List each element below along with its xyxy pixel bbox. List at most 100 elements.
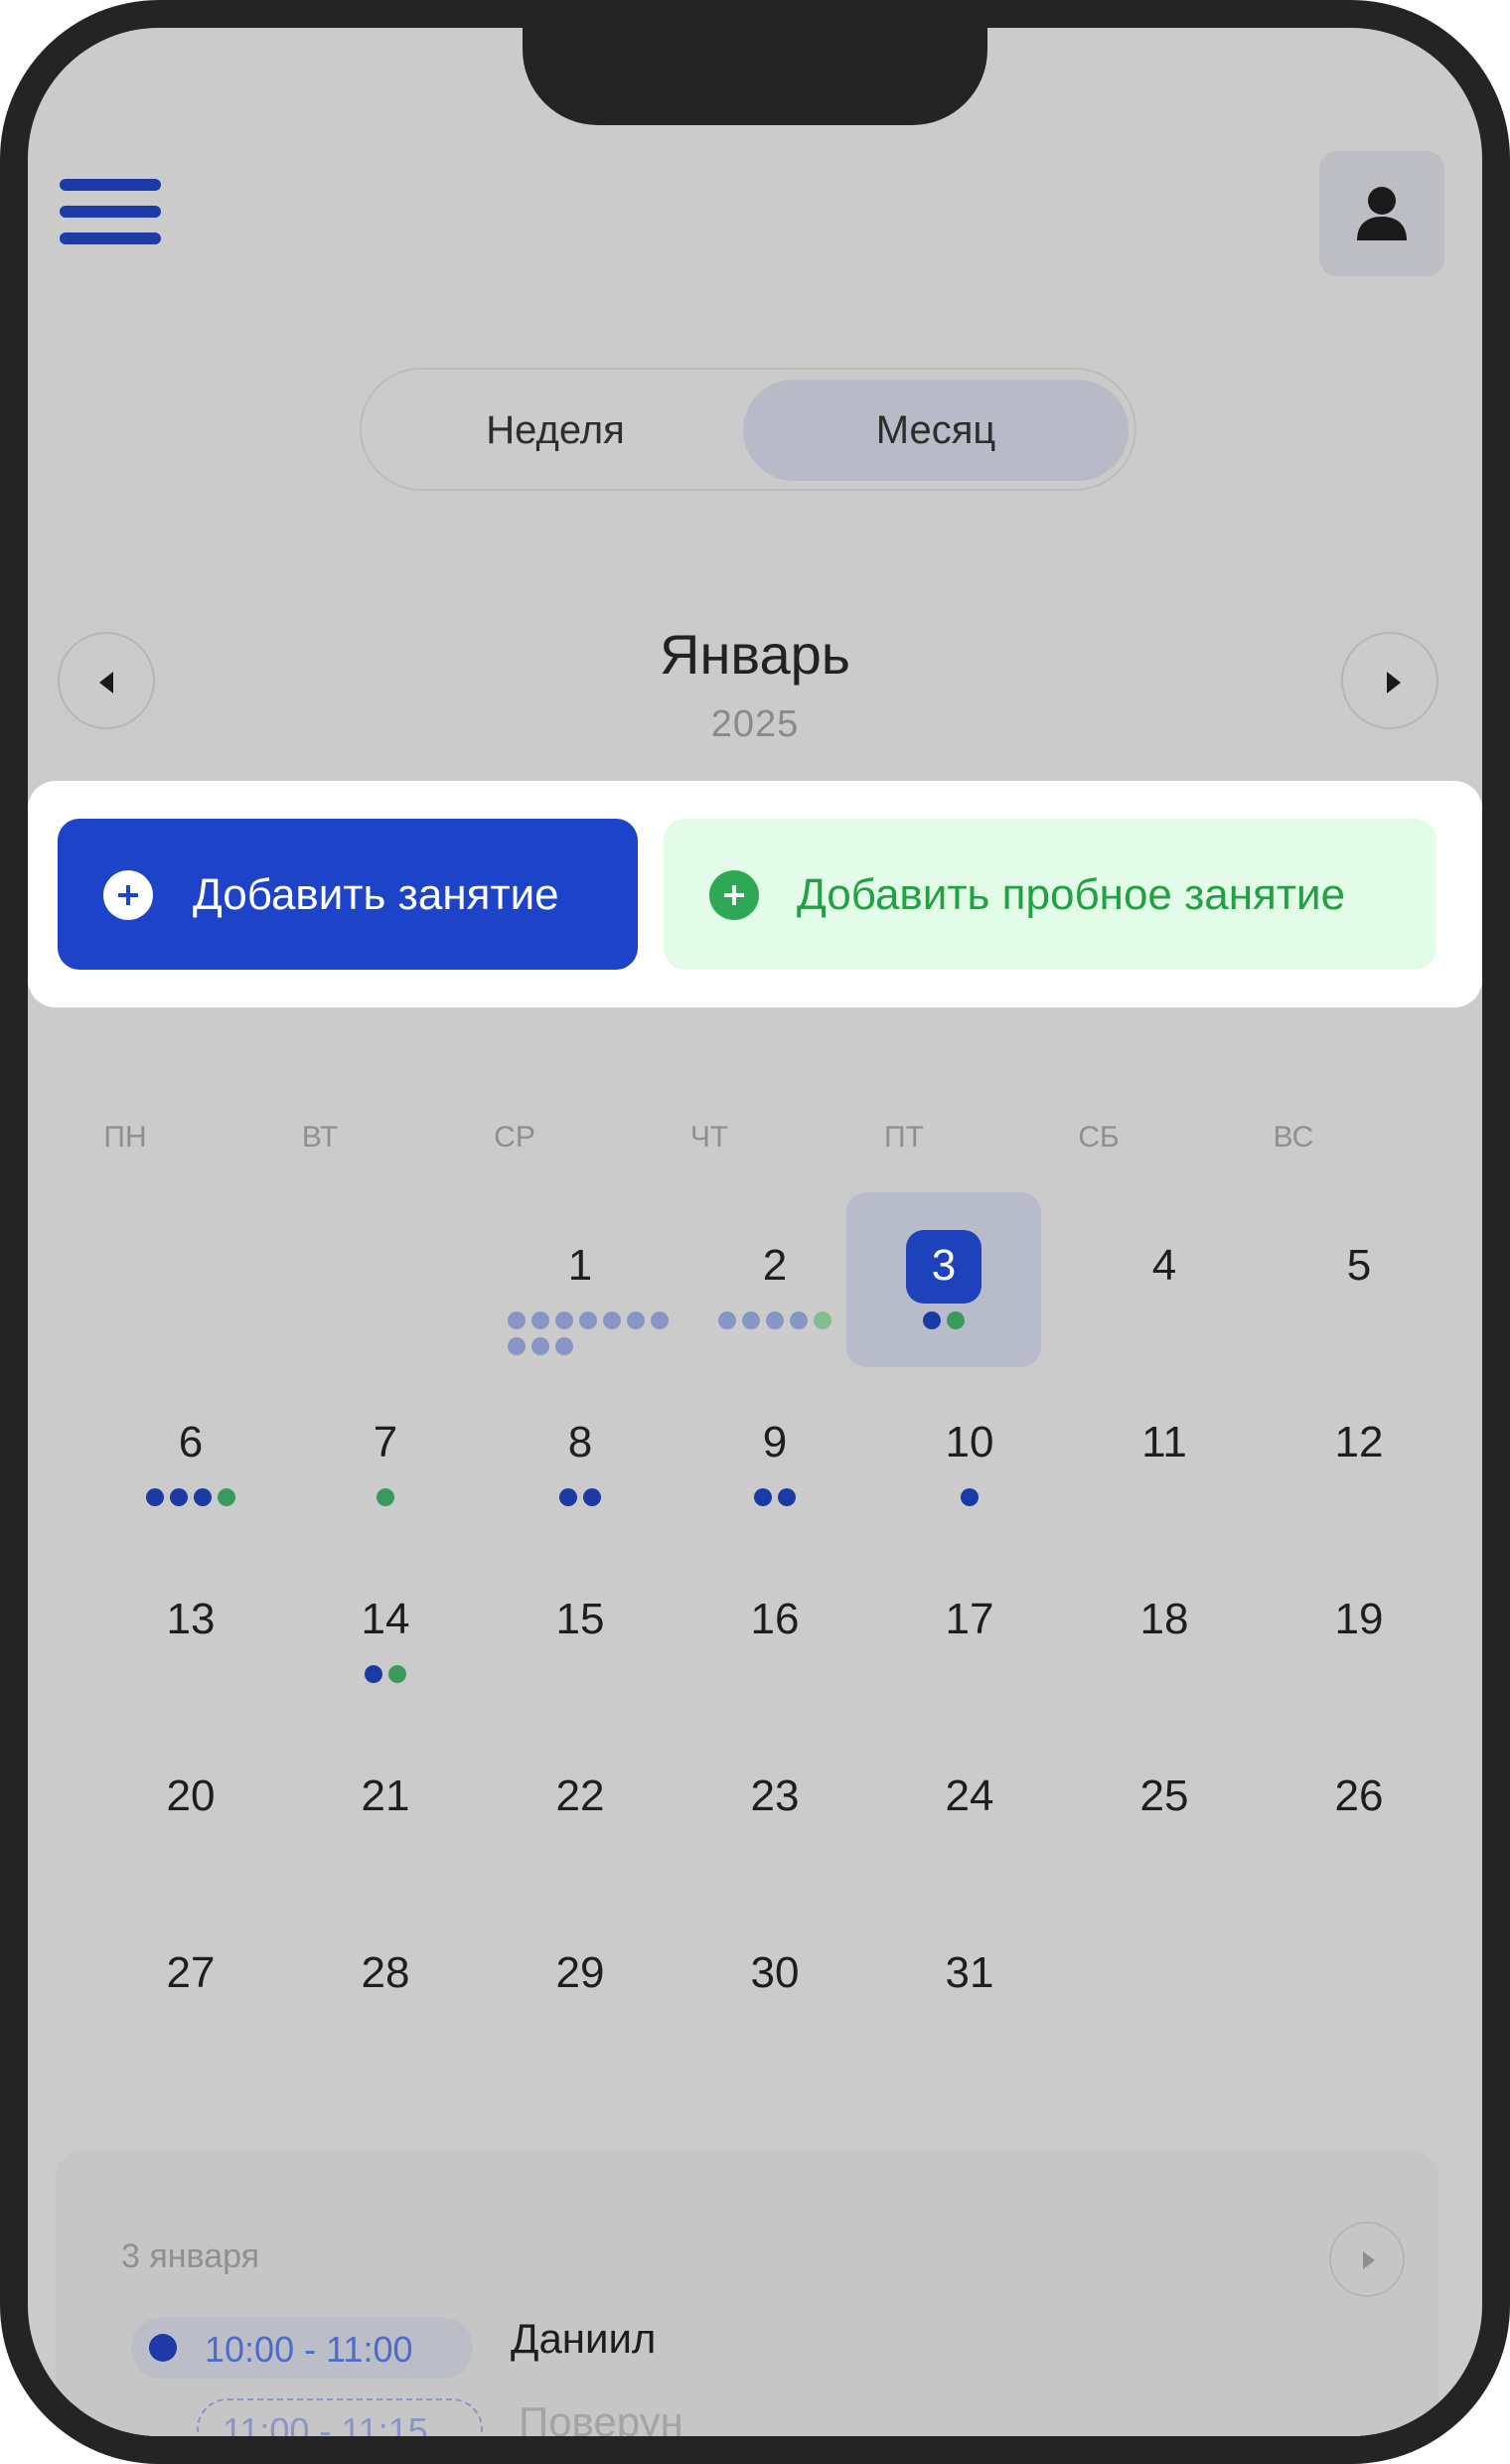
calendar-day-selected[interactable]: 3 [846, 1192, 1041, 1367]
calendar-day[interactable]: 29 [483, 1900, 678, 2075]
day-number: 10 [945, 1418, 994, 1466]
add-lesson-button[interactable]: Добавить занятие [58, 819, 638, 970]
calendar-day[interactable]: 8 [483, 1369, 678, 1544]
add-trial-lesson-button[interactable]: Добавить пробное занятие [664, 819, 1436, 970]
prev-month-button[interactable] [58, 632, 155, 729]
user-icon [1357, 187, 1407, 240]
calendar-day[interactable]: 7 [288, 1369, 483, 1544]
day-number: 7 [373, 1418, 398, 1466]
calendar-day[interactable]: 2 [678, 1192, 872, 1367]
calendar-day[interactable]: 28 [288, 1900, 483, 2075]
day-number: 28 [361, 1948, 410, 1997]
day-number: 13 [166, 1595, 216, 1643]
tab-month[interactable]: Месяц [743, 380, 1129, 481]
calendar-day[interactable]: 5 [1262, 1192, 1456, 1367]
calendar-day[interactable]: 21 [288, 1723, 483, 1898]
day-number: 20 [166, 1771, 216, 1820]
day-number: 2 [762, 1241, 788, 1290]
app-screen: Неделя Месяц Январь 2025 Добавить заняти… [28, 28, 1482, 2436]
tab-week[interactable]: Неделя [372, 380, 739, 481]
day-number: 12 [1334, 1418, 1384, 1466]
calendar-day[interactable]: 4 [1067, 1192, 1262, 1367]
calendar-day[interactable]: 23 [678, 1723, 872, 1898]
day-number: 17 [945, 1595, 994, 1643]
chevron-right-icon [1363, 2251, 1375, 2269]
day-number: 9 [762, 1418, 788, 1466]
calendar-day[interactable]: 14 [288, 1546, 483, 1721]
plus-circle-icon [103, 870, 153, 920]
day-number: 30 [750, 1948, 800, 1997]
calendar-day[interactable]: 20 [93, 1723, 288, 1898]
add-lesson-label: Добавить занятие [193, 870, 559, 919]
device-notch [523, 28, 987, 125]
selected-day-card [56, 2150, 1438, 2436]
lesson-student-name[interactable]: Даниил [511, 2315, 656, 2363]
day-number: 14 [361, 1595, 410, 1643]
day-number: 26 [1334, 1771, 1384, 1820]
day-number: 19 [1334, 1595, 1384, 1643]
day-number: 23 [750, 1771, 800, 1820]
calendar-day[interactable]: 18 [1067, 1546, 1262, 1721]
calendar-day[interactable]: 9 [678, 1369, 872, 1544]
calendar-day[interactable]: 30 [678, 1900, 872, 2075]
lesson-dots [872, 1488, 1067, 1514]
lesson-dots [93, 1488, 288, 1514]
plus-circle-icon [709, 870, 759, 920]
calendar-day[interactable]: 13 [93, 1546, 288, 1721]
lesson-time-badge[interactable]: 10:00 - 11:00 [131, 2317, 473, 2379]
day-number: 22 [555, 1771, 605, 1820]
day-number: 21 [361, 1771, 410, 1820]
calendar-day[interactable]: 16 [678, 1546, 872, 1721]
profile-button[interactable] [1319, 151, 1444, 276]
view-switcher: Неделя Месяц [360, 368, 1136, 491]
lesson-dots [483, 1488, 678, 1514]
calendar-day[interactable]: 12 [1262, 1369, 1456, 1544]
calendar-day[interactable]: 25 [1067, 1723, 1262, 1898]
day-number: 5 [1346, 1241, 1372, 1290]
calendar-day[interactable]: 24 [872, 1723, 1067, 1898]
weekday-mon: ПН [103, 1121, 147, 1154]
lesson-dots [678, 1311, 872, 1337]
day-number: 1 [567, 1241, 593, 1290]
chevron-right-icon [1387, 672, 1401, 693]
weekday-thu: ЧТ [689, 1121, 729, 1154]
year-label: 2025 [710, 703, 800, 745]
calendar-day[interactable]: 27 [93, 1900, 288, 2075]
add-trial-lesson-label: Добавить пробное занятие [797, 870, 1346, 919]
action-panel: Добавить занятие Добавить пробное заняти… [28, 781, 1482, 1007]
lesson-dots [846, 1311, 1041, 1337]
day-number: 15 [555, 1595, 605, 1643]
day-number: 11 [1141, 1418, 1187, 1466]
chevron-left-icon [99, 672, 113, 693]
trial-lesson-time-badge[interactable]: 11:00 - 11:15 [197, 2398, 483, 2436]
lesson-student-name[interactable]: Поверун [519, 2398, 683, 2436]
calendar-day[interactable]: 10 [872, 1369, 1067, 1544]
lesson-dots [505, 1311, 683, 1363]
day-number: 16 [750, 1595, 800, 1643]
calendar-day[interactable]: 26 [1262, 1723, 1456, 1898]
day-number: 4 [1151, 1241, 1177, 1290]
hamburger-menu-icon[interactable] [60, 179, 161, 244]
calendar-day[interactable]: 22 [483, 1723, 678, 1898]
day-number: 18 [1139, 1595, 1189, 1643]
day-number: 29 [555, 1948, 605, 1997]
day-number: 24 [945, 1771, 994, 1820]
open-day-button[interactable] [1329, 2222, 1405, 2297]
lesson-time: 11:00 - 11:15 [223, 2410, 428, 2436]
next-month-button[interactable] [1341, 632, 1438, 729]
phone-frame: Неделя Месяц Январь 2025 Добавить заняти… [0, 0, 1510, 2464]
month-title: Январь [660, 623, 850, 686]
calendar-day[interactable]: 31 [872, 1900, 1067, 2075]
calendar-day[interactable]: 1 [483, 1192, 678, 1367]
calendar-day[interactable]: 11 [1067, 1369, 1262, 1544]
calendar-day[interactable]: 6 [93, 1369, 288, 1544]
day-number: 25 [1139, 1771, 1189, 1820]
weekday-tue: ВТ [301, 1121, 339, 1154]
day-number: 6 [178, 1418, 204, 1466]
calendar-day[interactable]: 17 [872, 1546, 1067, 1721]
lesson-time: 10:00 - 11:00 [205, 2329, 413, 2370]
lesson-dots [678, 1488, 872, 1514]
calendar-day[interactable]: 15 [483, 1546, 678, 1721]
lesson-dots [288, 1665, 483, 1691]
calendar-day[interactable]: 19 [1262, 1546, 1456, 1721]
